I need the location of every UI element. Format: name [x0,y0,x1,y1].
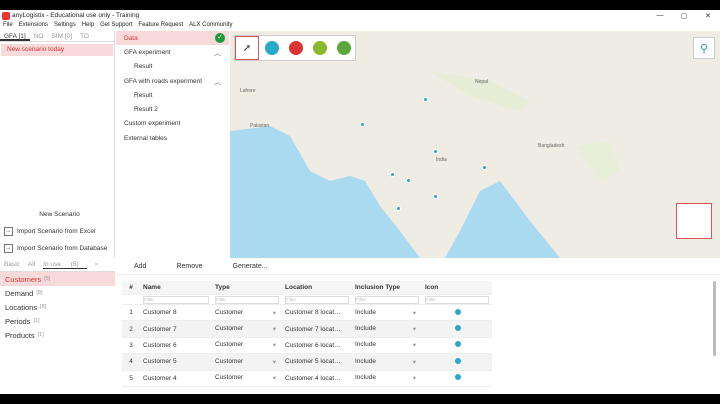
add-customer-icon[interactable] [265,41,279,55]
title-bar: anyLogistix - Educational use only - Tra… [0,10,720,21]
filter-row: Filter Filter Filter Filter Filter [122,295,492,305]
tree-item-custom[interactable]: Custom experiment [116,117,229,131]
map-toolbar: ➚ [234,35,356,61]
menu-feature-request[interactable]: Feature Request [135,21,186,30]
table-row[interactable]: 5 Customer 4 Customer ▾ Customer 4 locat… … [122,371,492,387]
table-item-locations[interactable]: Locations [8] [0,300,115,314]
menu-bar: File Extensions Settings Help Get Suppor… [0,21,235,30]
map-label: Nepal [475,79,489,85]
filter-input[interactable]: Filter [215,295,279,304]
map-view[interactable]: ➚ ⚲ Lahore Nepal India Bangladesh Pakist… [230,31,720,258]
filter-input[interactable]: Filter [143,295,209,304]
table-row[interactable]: 1 Customer 8 Customer ▾ Customer 8 locat… … [122,305,492,322]
table-toolbar: Add Remove Generate... [116,258,720,275]
map-label: Pakistan [250,123,270,129]
customer-icon [455,341,461,348]
table-header: # Name Type Location Inclusion Type Icon [122,281,492,295]
menu-help[interactable]: Help [79,21,97,30]
customer-icon [455,374,461,381]
add-warehouse-icon[interactable] [289,41,303,55]
window-title: anyLogistix - Educational use only - Tra… [12,12,140,19]
customer-pin[interactable] [360,122,365,127]
menu-get-support[interactable]: Get Support [97,21,135,30]
customer-pin[interactable] [406,178,411,183]
chevron-up-icon[interactable]: ︿ [214,48,221,58]
import-database-button[interactable]: → Import Scenario from Database [0,240,115,257]
customer-pin[interactable] [396,206,401,211]
customer-icon [455,325,461,332]
filter-icon[interactable]: ⚲ [693,37,715,59]
table-row[interactable]: 2 Customer 7 Customer ▾ Customer 7 locat… … [122,321,492,338]
add-factory-icon[interactable] [313,41,327,55]
tree-item-result-2[interactable]: Result 2 [116,102,229,116]
table-item-periods[interactable]: Periods [1] [0,314,115,328]
tree-item-data[interactable]: Data ✓ [116,31,229,46]
import-excel-button[interactable]: → Import Scenario from Excel [0,223,115,240]
table-item-demand[interactable]: Demand [8] [0,286,115,300]
filter-input[interactable]: Filter [285,295,349,304]
menu-extensions[interactable]: Extensions [16,21,51,30]
maximize-button[interactable]: ▢ [672,12,696,20]
map-label: Lahore [240,88,256,94]
filter-input[interactable]: Filter [355,295,419,304]
close-button[interactable]: ✕ [696,12,720,20]
customer-pin[interactable] [423,97,428,102]
customer-pin[interactable] [482,165,487,170]
map-label: India [436,157,447,163]
add-supplier-icon[interactable] [337,41,351,55]
import-icon: → [4,244,13,253]
tab-no[interactable]: NO [30,31,48,41]
app-window: anyLogistix - Educational use only - Tra… [0,10,720,394]
scenario-actions: New Scenario → Import Scenario from Excel… [0,206,115,257]
customer-pin[interactable] [390,172,395,177]
tree-item-result[interactable]: Result [116,60,229,74]
menu-file[interactable]: File [0,21,16,30]
chevron-up-icon[interactable]: ︿ [214,77,221,87]
tab-in-use[interactable]: In use (5) [43,261,87,269]
menu-settings[interactable]: Settings [51,21,79,30]
tab-all[interactable]: All [28,261,35,268]
app-logo-icon [2,11,10,20]
tab-sim[interactable]: SIM [0] [47,31,76,41]
table-row[interactable]: 4 Customer 5 Customer ▾ Customer 5 locat… … [122,354,492,371]
map-label: Bangladesh [538,143,565,149]
customer-icon [455,308,461,315]
search-icon[interactable]: ⌕ [95,261,99,269]
scenario-item[interactable]: New scenario today [1,44,113,56]
check-icon: ✓ [215,33,225,43]
filter-input[interactable]: Filter [425,295,489,304]
customers-table: # Name Type Location Inclusion Type Icon… [122,281,492,387]
remove-button[interactable]: Remove [176,263,202,270]
customer-icon [455,357,461,364]
customer-pin[interactable] [433,149,438,154]
table-item-products[interactable]: Products [1] [0,328,115,342]
experiment-tabs: GFA [1] NO SIM [0] TO [0,31,114,42]
import-icon: → [4,227,13,236]
menu-alx-community[interactable]: ALX Community [186,21,235,30]
tab-gfa[interactable]: GFA [1] [0,31,30,41]
customer-pin[interactable] [433,194,438,199]
new-scenario-button[interactable]: New Scenario [0,206,115,223]
vertical-scrollbar[interactable] [713,281,716,356]
tree-item-result[interactable]: Result [116,88,229,102]
scenario-panel: GFA [1] NO SIM [0] TO New scenario today… [0,31,115,258]
table-filter-tabs: Basic All In use (5) ⌕ [0,258,115,272]
table-item-customers[interactable]: Customers [5] [0,272,115,286]
tree-item-gfa[interactable]: GFA experiment ︿ [116,45,229,59]
map-land [230,31,720,258]
tab-to[interactable]: TO [76,31,93,41]
network-overview-icon[interactable] [676,203,712,239]
tree-item-gfa-roads[interactable]: GFA with roads experiment ︿ [116,74,229,88]
minimize-button[interactable]: — [648,12,672,20]
tables-panel: Basic All In use (5) ⌕ Customers [5] Dema… [0,258,115,394]
tree-item-external[interactable]: External tables [116,131,229,145]
tab-basic[interactable]: Basic [4,261,20,268]
generate-button[interactable]: Generate... [233,263,268,270]
add-button[interactable]: Add [134,263,146,270]
table-row[interactable]: 3 Customer 6 Customer ▾ Customer 6 locat… … [122,338,492,355]
experiment-tree: Data ✓ GFA experiment ︿ Result GFA with ro… [116,31,229,258]
select-tool-icon[interactable]: ➚ [235,36,259,60]
